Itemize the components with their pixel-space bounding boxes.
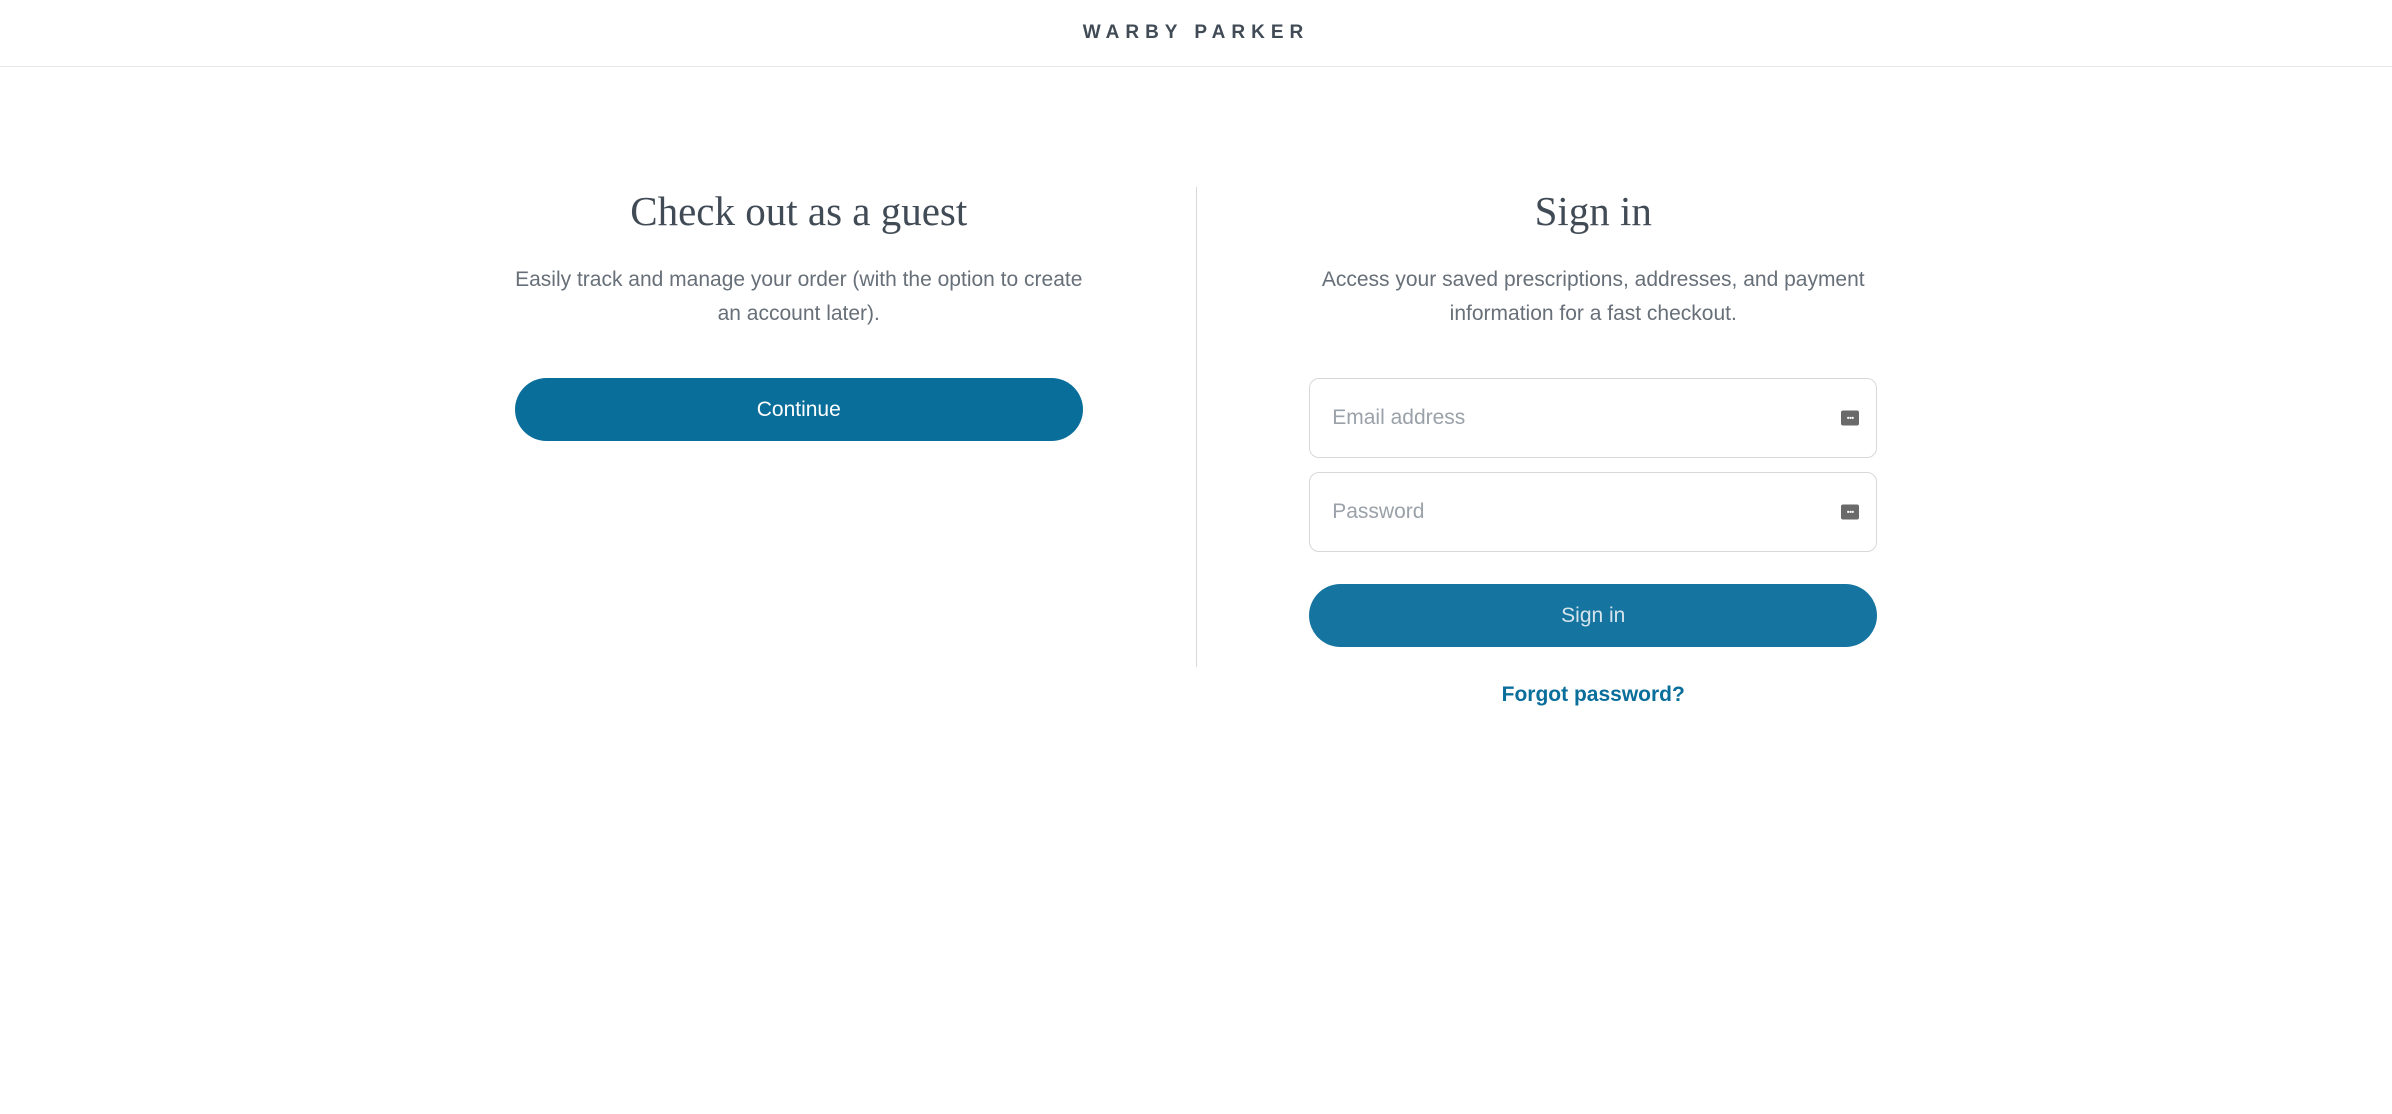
autofill-icon — [1841, 505, 1859, 520]
email-input[interactable] — [1309, 378, 1877, 458]
continue-button[interactable]: Continue — [515, 378, 1083, 441]
main-content: Check out as a guest Easily track and ma… — [422, 67, 1970, 707]
signin-column: Sign in Access your saved prescriptions,… — [1197, 187, 1971, 707]
page-header: WARBY PARKER — [0, 0, 2392, 67]
email-field-group — [1309, 378, 1877, 458]
signin-subtitle: Access your saved prescriptions, address… — [1308, 263, 1878, 330]
signin-button-wrapper: Sign in — [1309, 584, 1877, 647]
guest-title: Check out as a guest — [630, 187, 967, 235]
password-input-wrapper — [1309, 472, 1877, 552]
forgot-password-link[interactable]: Forgot password? — [1502, 683, 1685, 707]
signin-title: Sign in — [1535, 187, 1652, 235]
brand-logo: WARBY PARKER — [0, 22, 2392, 44]
email-input-wrapper — [1309, 378, 1877, 458]
guest-checkout-column: Check out as a guest Easily track and ma… — [422, 187, 1196, 707]
password-input[interactable] — [1309, 472, 1877, 552]
autofill-icon — [1841, 411, 1859, 426]
password-field-group — [1309, 472, 1877, 552]
guest-subtitle: Easily track and manage your order (with… — [514, 263, 1084, 330]
signin-button[interactable]: Sign in — [1309, 584, 1877, 647]
